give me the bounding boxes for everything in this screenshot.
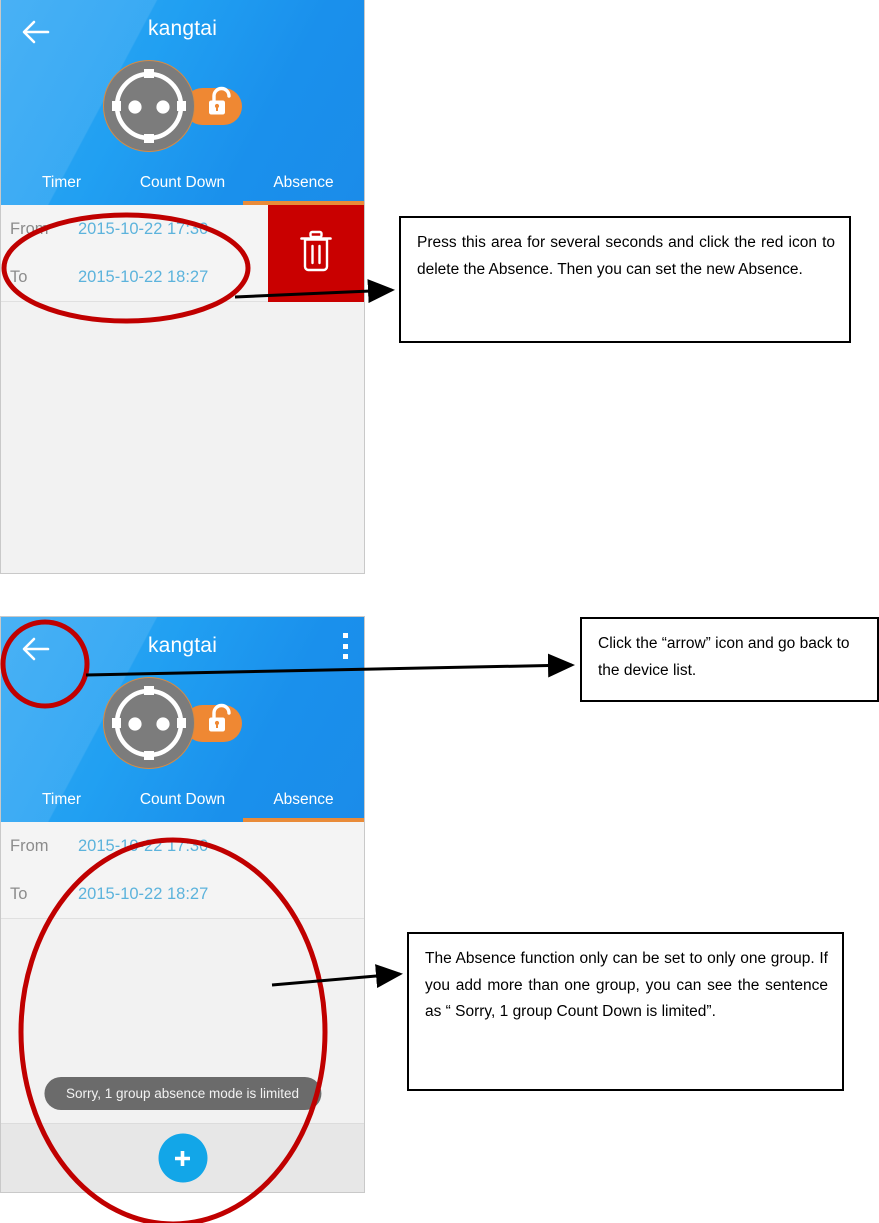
absence-to-line: To 2015-10-22 18:27 — [1, 870, 364, 918]
callout-group-limit-instruction: The Absence function only can be set to … — [407, 932, 844, 1091]
from-label: From — [10, 836, 49, 855]
plus-icon — [171, 1146, 195, 1170]
tab-timer[interactable]: Timer — [1, 784, 122, 822]
to-value: 2015-10-22 18:27 — [78, 267, 209, 286]
absence-list-item[interactable]: From 2015-10-22 17:30 To 2015-10-22 18:2… — [1, 822, 364, 919]
toast-message: Sorry, 1 group absence mode is limited — [43, 1077, 322, 1110]
absence-list-1: From 2015-10-22 17:30 To 2015-10-22 18:2… — [1, 205, 364, 572]
overflow-menu-icon[interactable] — [342, 633, 348, 659]
tab-count-down[interactable]: Count Down — [122, 167, 243, 205]
to-value: 2015-10-22 18:27 — [78, 884, 209, 903]
to-label: To — [10, 884, 28, 903]
callout-back-arrow-instruction: Click the “arrow” icon and go back to th… — [580, 617, 879, 702]
tab-count-down[interactable]: Count Down — [122, 784, 243, 822]
power-socket-icon[interactable] — [96, 57, 270, 155]
tab-bar-2: Timer Count Down Absence — [1, 784, 364, 822]
from-value: 2015-10-22 17:30 — [78, 219, 209, 238]
screenshot-absence-delete: kangtai Timer Count Down Absence From 20… — [0, 0, 365, 574]
app-header-2: kangtai Timer Count Down Absence — [1, 617, 364, 822]
absence-list-item[interactable]: From 2015-10-22 17:30 To 2015-10-22 18:2… — [1, 205, 364, 302]
delete-button[interactable] — [268, 205, 364, 302]
to-label: To — [10, 267, 28, 286]
tab-bar-1: Timer Count Down Absence — [1, 167, 364, 205]
from-label: From — [10, 219, 49, 238]
bottom-action-bar — [1, 1123, 364, 1192]
empty-list-space-1 — [1, 302, 364, 572]
tab-absence[interactable]: Absence — [243, 167, 364, 205]
trash-can-icon — [296, 229, 336, 278]
screenshot-absence-limit: kangtai Timer Count Down Absence From 20… — [0, 616, 365, 1193]
app-header-1: kangtai Timer Count Down Absence — [1, 0, 364, 205]
tab-absence[interactable]: Absence — [243, 784, 364, 822]
back-arrow-icon[interactable] — [16, 629, 56, 669]
power-socket-icon[interactable] — [96, 674, 270, 772]
callout-delete-instruction: Press this area for several seconds and … — [399, 216, 851, 343]
from-value: 2015-10-22 17:30 — [78, 836, 209, 855]
absence-from-line: From 2015-10-22 17:30 — [1, 822, 364, 870]
manual-page: kangtai Timer Count Down Absence From 20… — [0, 0, 879, 1223]
back-arrow-icon[interactable] — [16, 12, 56, 52]
add-absence-button[interactable] — [158, 1133, 207, 1183]
tab-timer[interactable]: Timer — [1, 167, 122, 205]
